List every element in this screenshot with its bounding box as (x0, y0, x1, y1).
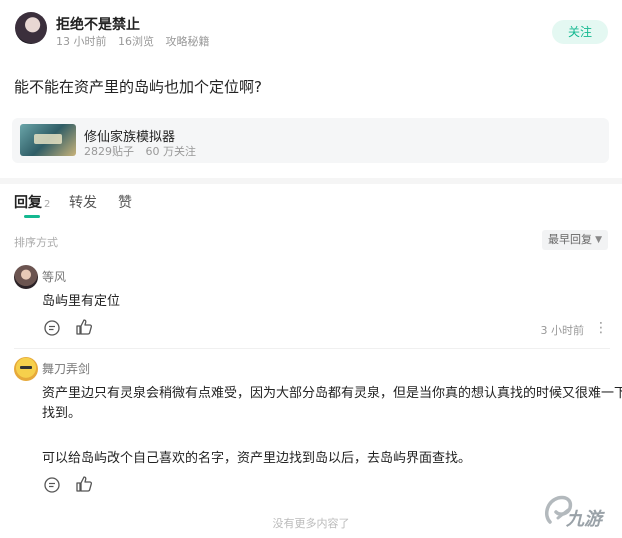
reply-text-line: 可以给岛屿改个自己喜欢的名字，资产里边找到岛以后，去岛屿界面查找。 (42, 451, 472, 466)
avatar[interactable] (14, 357, 38, 381)
no-more-content: 没有更多内容了 (272, 517, 350, 530)
game-followers: 60 万关注 (145, 145, 197, 158)
game-posts: 2829贴子 (84, 145, 134, 158)
tab-replies[interactable]: 回复 2 (14, 192, 50, 212)
comment-icon[interactable] (43, 476, 61, 494)
more-options-icon[interactable]: ⋮ (594, 321, 608, 335)
like-icon[interactable] (75, 475, 93, 493)
tab-reposts[interactable]: 转发 (69, 192, 97, 212)
reply-divider (14, 348, 610, 349)
game-card[interactable]: 修仙家族模拟器 2829贴子 60 万关注 (12, 118, 609, 163)
reply-text-line: 找到。 (42, 406, 82, 421)
tab-replies-count: 2 (44, 199, 51, 210)
sort-dropdown[interactable]: 最早回复 ▼ (542, 230, 608, 250)
reply-author[interactable]: 等风 (42, 268, 66, 285)
author-avatar[interactable] (15, 12, 47, 44)
section-divider (0, 178, 622, 184)
author-name[interactable]: 拒绝不是禁止 (56, 14, 140, 34)
comment-icon[interactable] (43, 319, 61, 337)
post-meta: 13 小时前 16浏览 攻略秘籍 (56, 33, 218, 49)
follow-button[interactable]: 关注 (552, 20, 608, 44)
like-icon[interactable] (75, 318, 93, 336)
reply-text: 岛屿里有定位 (42, 294, 121, 309)
avatar[interactable] (14, 265, 38, 289)
reply-author[interactable]: 舞刀弄剑 (42, 360, 90, 377)
sort-label: 排序方式 (14, 236, 58, 249)
chevron-down-icon: ▼ (595, 235, 602, 245)
post-header: 拒绝不是禁止 13 小时前 16浏览 攻略秘籍 关注 (0, 0, 622, 58)
reply-text-line: 资产里边只有灵泉会稍微有点难受，因为大部分岛都有灵泉，但是当你真的想认真找的时候… (42, 386, 622, 401)
post-views: 16浏览 (118, 35, 154, 48)
tab-likes[interactable]: 赞 (118, 192, 132, 212)
game-thumbnail (20, 124, 76, 156)
post-time: 13 小时前 (56, 35, 107, 48)
reply-time: 3 小时前 (540, 324, 585, 337)
active-tab-indicator (24, 215, 40, 218)
sort-selected: 最早回复 (548, 233, 592, 246)
post-title: 能不能在资产里的岛屿也加个定位啊? (14, 78, 262, 96)
watermark-text: 九游 (566, 509, 602, 530)
game-stats: 2829贴子 60 万关注 (84, 143, 204, 159)
tab-replies-label: 回复 (14, 195, 42, 211)
post-category: 攻略秘籍 (165, 35, 210, 48)
